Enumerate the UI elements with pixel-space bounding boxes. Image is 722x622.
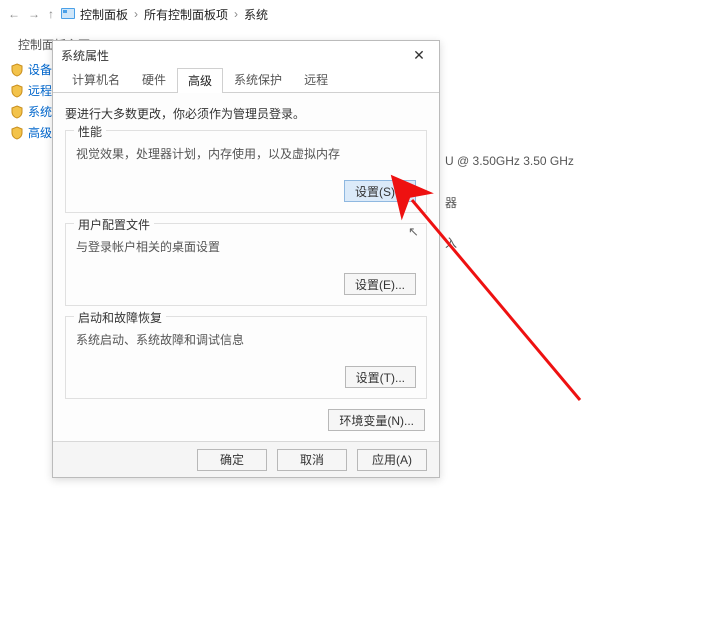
group-startup-recovery: 启动和故障恢复 系统启动、系统故障和调试信息 设置(T)... xyxy=(65,316,427,399)
user-profiles-settings-button[interactable]: 设置(E)... xyxy=(344,273,416,295)
chevron-right-icon: › xyxy=(132,7,140,21)
shield-icon xyxy=(10,105,24,119)
breadcrumb-item-2[interactable]: 系统 xyxy=(244,6,268,23)
tab-system-protection[interactable]: 系统保护 xyxy=(223,67,293,92)
text-fragment: 入 xyxy=(445,232,574,254)
group-desc: 系统启动、系统故障和调试信息 xyxy=(76,331,416,348)
group-desc: 视觉效果，处理器计划，内存使用，以及虚拟内存 xyxy=(76,145,416,162)
tab-computer-name[interactable]: 计算机名 xyxy=(61,67,131,92)
shield-icon xyxy=(10,126,24,140)
group-title: 用户配置文件 xyxy=(74,216,154,233)
group-title: 启动和故障恢复 xyxy=(74,309,166,326)
group-performance: 性能 视觉效果，处理器计划，内存使用，以及虚拟内存 设置(S)... xyxy=(65,130,427,213)
admin-note: 要进行大多数更改，你必须作为管理员登录。 xyxy=(65,105,427,122)
tab-strip: 计算机名 硬件 高级 系统保护 远程 xyxy=(53,69,439,93)
cancel-button[interactable]: 取消 xyxy=(277,449,347,471)
startup-recovery-settings-button[interactable]: 设置(T)... xyxy=(345,366,416,388)
text-fragment: 器 xyxy=(445,192,574,214)
nav-back-icon[interactable]: ← xyxy=(6,7,22,21)
dialog-body: 要进行大多数更改，你必须作为管理员登录。 性能 视觉效果，处理器计划，内存使用，… xyxy=(53,93,439,441)
breadcrumb-item-1[interactable]: 所有控制面板项 xyxy=(144,6,228,23)
dialog-footer: 确定 取消 应用(A) xyxy=(53,441,439,477)
background-system-info: U @ 3.50GHz 3.50 GHz 器 入 xyxy=(445,150,574,254)
system-properties-dialog: 系统属性 ✕ 计算机名 硬件 高级 系统保护 远程 要进行大多数更改，你必须作为… xyxy=(52,40,440,478)
environment-variables-button[interactable]: 环境变量(N)... xyxy=(328,409,425,431)
tab-hardware[interactable]: 硬件 xyxy=(131,67,177,92)
nav-up-icon[interactable]: ↑ xyxy=(46,7,56,21)
dialog-titlebar: 系统属性 ✕ xyxy=(53,41,439,69)
breadcrumb: ← → ↑ 控制面板 › 所有控制面板项 › 系统 xyxy=(0,0,722,28)
chevron-right-icon: › xyxy=(232,7,240,21)
close-button[interactable]: ✕ xyxy=(407,47,431,64)
shield-icon xyxy=(10,63,24,77)
nav-forward-icon[interactable]: → xyxy=(26,7,42,21)
tab-advanced[interactable]: 高级 xyxy=(177,68,223,93)
group-user-profiles: 用户配置文件 与登录帐户相关的桌面设置 设置(E)... xyxy=(65,223,427,306)
breadcrumb-item-0[interactable]: 控制面板 xyxy=(80,6,128,23)
dialog-title: 系统属性 xyxy=(61,47,109,64)
control-panel-icon xyxy=(60,6,76,22)
group-title: 性能 xyxy=(74,123,106,140)
group-desc: 与登录帐户相关的桌面设置 xyxy=(76,238,416,255)
ok-button[interactable]: 确定 xyxy=(197,449,267,471)
cpu-info-fragment: U @ 3.50GHz 3.50 GHz xyxy=(445,150,574,172)
shield-icon xyxy=(10,84,24,98)
apply-button[interactable]: 应用(A) xyxy=(357,449,427,471)
tab-remote[interactable]: 远程 xyxy=(293,67,339,92)
performance-settings-button[interactable]: 设置(S)... xyxy=(344,180,416,202)
